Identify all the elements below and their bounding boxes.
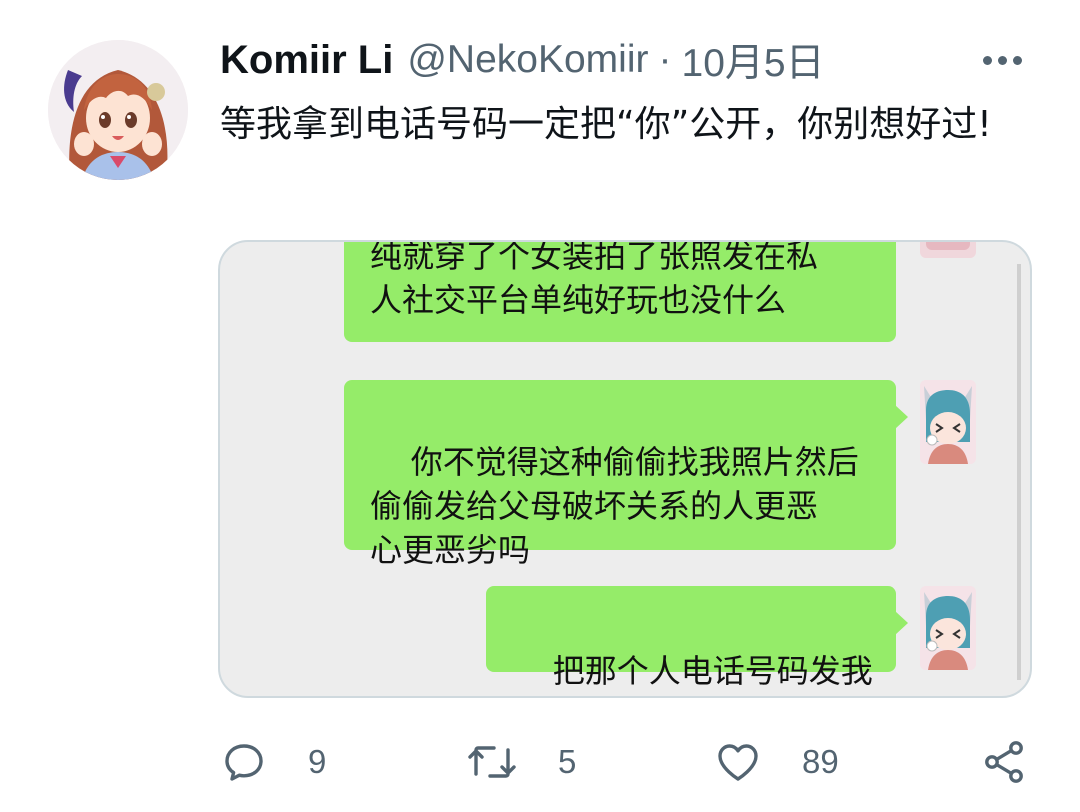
retweet-icon — [468, 746, 516, 778]
separator-dot: · — [658, 38, 672, 81]
tweet-date[interactable]: 10月5日 — [682, 32, 825, 88]
display-name[interactable]: Komiir Li — [220, 38, 393, 83]
share-icon — [985, 741, 1023, 783]
chat-scrollbar — [1017, 264, 1021, 680]
bubble-tail — [895, 405, 908, 429]
chat-avatar — [920, 586, 976, 670]
reply-icon — [225, 744, 263, 781]
retweet-button[interactable]: 5 — [466, 730, 576, 794]
tweet-actions: 9 5 89 — [0, 730, 1080, 794]
chat-avatar — [920, 242, 976, 258]
like-count: 89 — [802, 743, 839, 780]
chat-message-text: 你不觉得这种偷偷找我照片然后 偷偷发给父母破坏关系的人更恶 心更恶劣吗 — [370, 443, 859, 569]
retweet-count: 5 — [558, 743, 577, 780]
chat-message: 把那个人电话号码发我 — [486, 586, 908, 690]
chat-avatar — [920, 380, 976, 464]
tweet-header: Komiir Li @NekoKomiir · 10月5日 — [220, 32, 825, 88]
heart-icon — [718, 744, 758, 781]
tweet-media-image[interactable]: 纯就穿了个女装拍了张照发在私 人社交平台单纯好玩也没什么 你不觉得这种偷偷找我照… — [218, 240, 1032, 698]
anime-avatar-image — [48, 40, 188, 180]
share-button[interactable] — [980, 730, 1028, 794]
like-button[interactable]: 89 — [714, 730, 839, 794]
chat-message: 你不觉得这种偷偷找我照片然后 偷偷发给父母破坏关系的人更恶 心更恶劣吗 — [344, 380, 908, 569]
more-icon[interactable] — [983, 48, 1031, 72]
profile-avatar[interactable] — [48, 40, 188, 180]
chat-message-text: 把那个人电话号码发我 — [552, 652, 873, 690]
bubble-tail — [895, 611, 908, 635]
reply-button[interactable]: 9 — [220, 730, 326, 794]
chat-message: 纯就穿了个女装拍了张照发在私 人社交平台单纯好玩也没什么 — [344, 242, 896, 342]
tweet-text: 等我拿到电话号码一定把“你”公开，你别想好过! — [220, 104, 992, 145]
user-handle[interactable]: @NekoKomiir — [407, 38, 648, 82]
reply-count: 9 — [308, 743, 327, 780]
